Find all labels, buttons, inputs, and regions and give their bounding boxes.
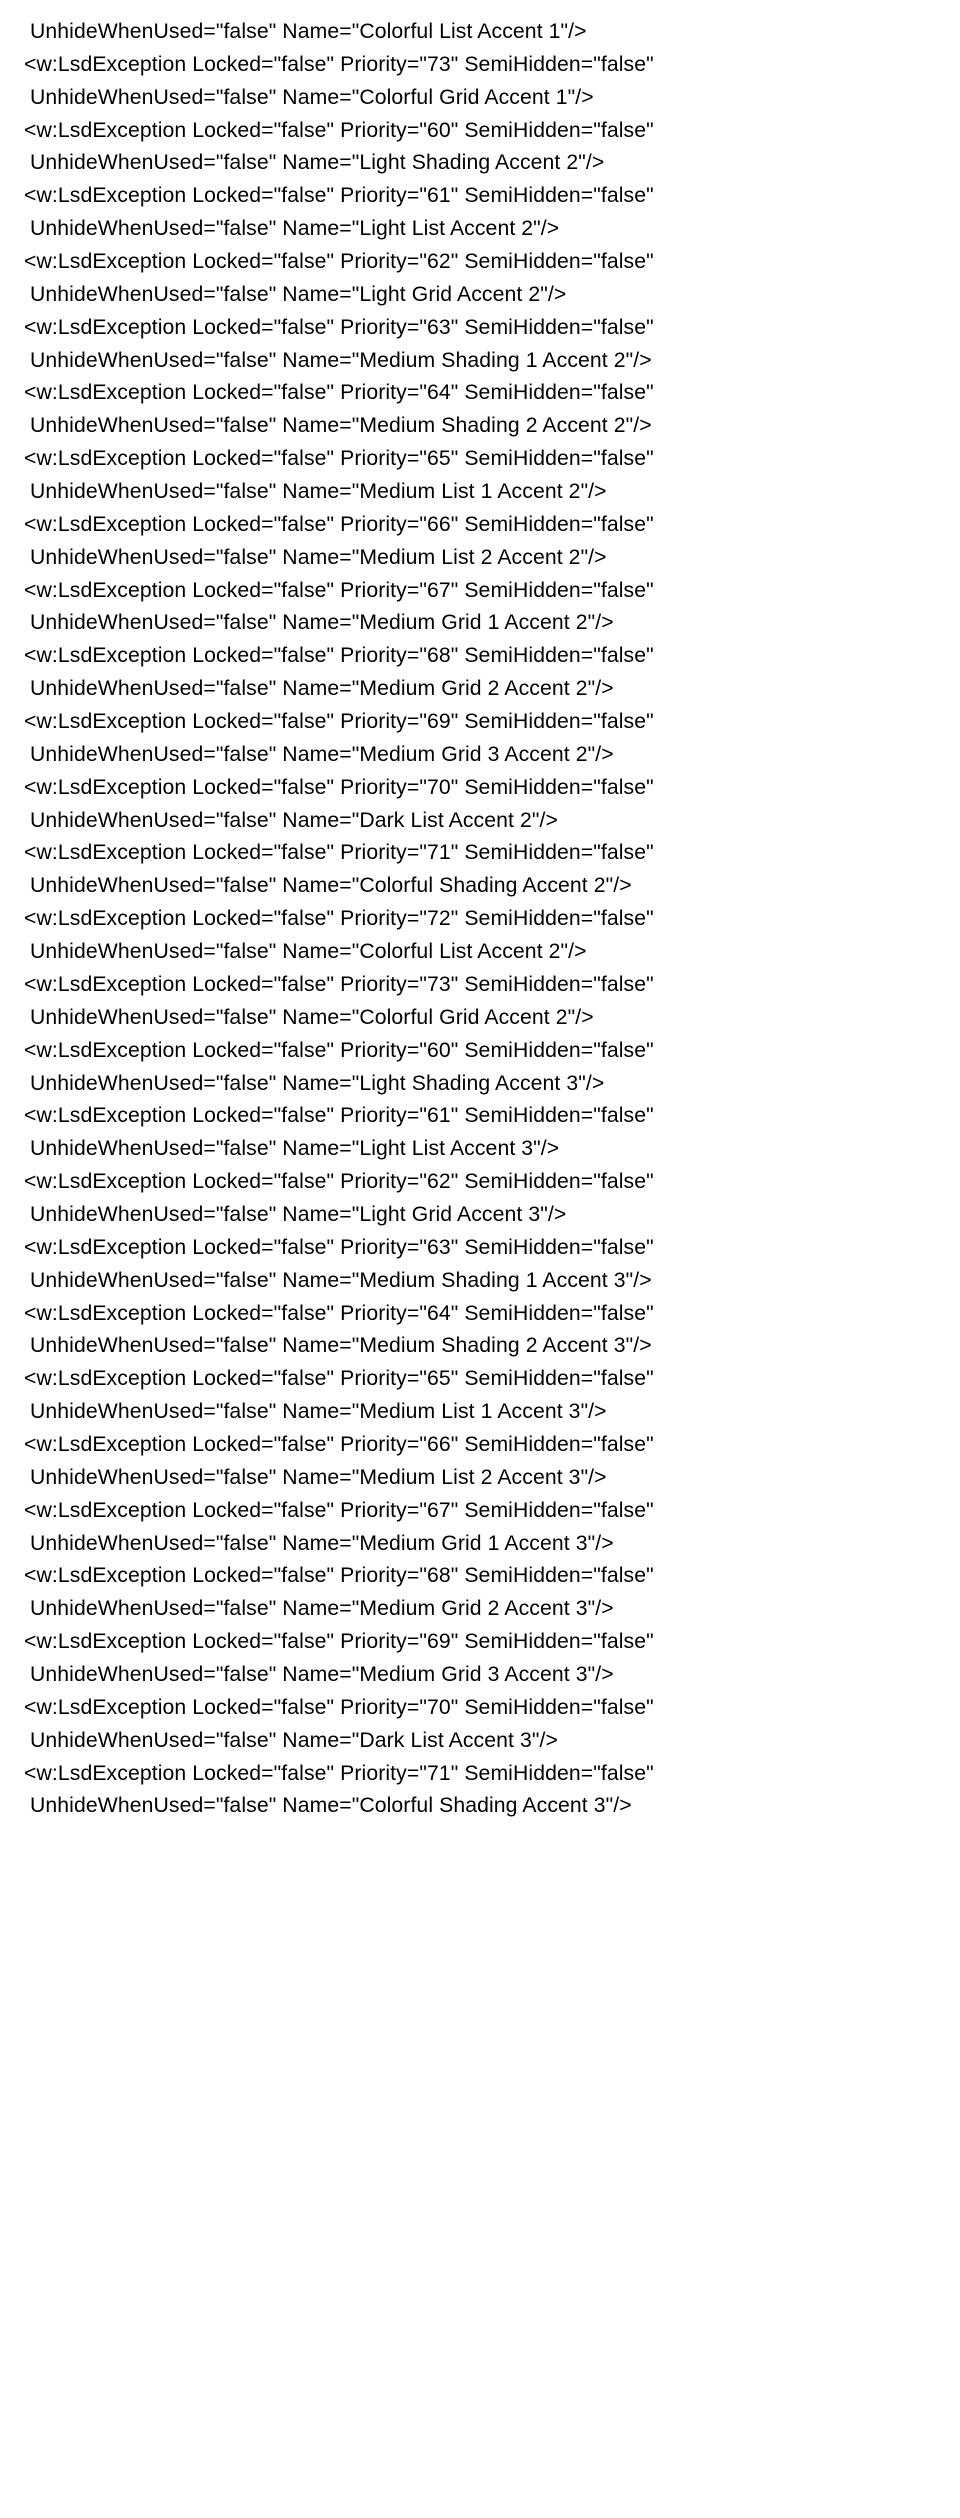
code-line: <w:LsdException Locked="false" Priority=… <box>24 969 936 1002</box>
code-line: UnhideWhenUsed="false" Name="Colorful Gr… <box>24 82 936 115</box>
code-line: UnhideWhenUsed="false" Name="Light List … <box>24 213 936 246</box>
code-line: UnhideWhenUsed="false" Name="Light Grid … <box>24 1199 936 1232</box>
code-line: UnhideWhenUsed="false" Name="Colorful Li… <box>24 16 936 49</box>
code-line: <w:LsdException Locked="false" Priority=… <box>24 180 936 213</box>
code-line: UnhideWhenUsed="false" Name="Dark List A… <box>24 805 936 838</box>
code-line: UnhideWhenUsed="false" Name="Colorful Sh… <box>24 870 936 903</box>
code-line: UnhideWhenUsed="false" Name="Medium Shad… <box>24 1330 936 1363</box>
code-line: <w:LsdException Locked="false" Priority=… <box>24 1495 936 1528</box>
code-line: <w:LsdException Locked="false" Priority=… <box>24 115 936 148</box>
code-line: <w:LsdException Locked="false" Priority=… <box>24 49 936 82</box>
code-line: <w:LsdException Locked="false" Priority=… <box>24 312 936 345</box>
code-line: UnhideWhenUsed="false" Name="Medium Grid… <box>24 673 936 706</box>
code-line: <w:LsdException Locked="false" Priority=… <box>24 706 936 739</box>
code-line: UnhideWhenUsed="false" Name="Medium List… <box>24 542 936 575</box>
code-line: <w:LsdException Locked="false" Priority=… <box>24 1100 936 1133</box>
code-line: <w:LsdException Locked="false" Priority=… <box>24 1232 936 1265</box>
code-line: UnhideWhenUsed="false" Name="Medium Shad… <box>24 345 936 378</box>
code-line: <w:LsdException Locked="false" Priority=… <box>24 1363 936 1396</box>
code-line: UnhideWhenUsed="false" Name="Colorful Gr… <box>24 1002 936 1035</box>
code-line: UnhideWhenUsed="false" Name="Colorful Li… <box>24 936 936 969</box>
code-line: <w:LsdException Locked="false" Priority=… <box>24 246 936 279</box>
code-line: UnhideWhenUsed="false" Name="Light Shadi… <box>24 1068 936 1101</box>
code-line: UnhideWhenUsed="false" Name="Light List … <box>24 1133 936 1166</box>
code-line: UnhideWhenUsed="false" Name="Medium Grid… <box>24 607 936 640</box>
code-line: UnhideWhenUsed="false" Name="Light Shadi… <box>24 147 936 180</box>
code-line: <w:LsdException Locked="false" Priority=… <box>24 772 936 805</box>
code-line: UnhideWhenUsed="false" Name="Dark List A… <box>24 1725 936 1758</box>
code-line: <w:LsdException Locked="false" Priority=… <box>24 1626 936 1659</box>
code-line: <w:LsdException Locked="false" Priority=… <box>24 1429 936 1462</box>
code-line: <w:LsdException Locked="false" Priority=… <box>24 1758 936 1791</box>
code-line: <w:LsdException Locked="false" Priority=… <box>24 903 936 936</box>
code-line: UnhideWhenUsed="false" Name="Medium Grid… <box>24 739 936 772</box>
code-line: <w:LsdException Locked="false" Priority=… <box>24 1560 936 1593</box>
code-line: <w:LsdException Locked="false" Priority=… <box>24 1298 936 1331</box>
code-line: <w:LsdException Locked="false" Priority=… <box>24 1035 936 1068</box>
code-line: UnhideWhenUsed="false" Name="Light Grid … <box>24 279 936 312</box>
code-line: <w:LsdException Locked="false" Priority=… <box>24 575 936 608</box>
code-line: UnhideWhenUsed="false" Name="Colorful Sh… <box>24 1790 936 1823</box>
code-line: UnhideWhenUsed="false" Name="Medium Grid… <box>24 1659 936 1692</box>
code-line: UnhideWhenUsed="false" Name="Medium Shad… <box>24 1265 936 1298</box>
code-line: UnhideWhenUsed="false" Name="Medium Shad… <box>24 410 936 443</box>
code-line: <w:LsdException Locked="false" Priority=… <box>24 377 936 410</box>
code-line: UnhideWhenUsed="false" Name="Medium List… <box>24 1396 936 1429</box>
code-line: UnhideWhenUsed="false" Name="Medium Grid… <box>24 1528 936 1561</box>
code-line: <w:LsdException Locked="false" Priority=… <box>24 509 936 542</box>
xml-code-block: UnhideWhenUsed="false" Name="Colorful Li… <box>24 16 936 1823</box>
code-line: <w:LsdException Locked="false" Priority=… <box>24 443 936 476</box>
code-line: <w:LsdException Locked="false" Priority=… <box>24 640 936 673</box>
code-line: UnhideWhenUsed="false" Name="Medium Grid… <box>24 1593 936 1626</box>
code-line: UnhideWhenUsed="false" Name="Medium List… <box>24 476 936 509</box>
code-line: <w:LsdException Locked="false" Priority=… <box>24 1692 936 1725</box>
code-line: <w:LsdException Locked="false" Priority=… <box>24 837 936 870</box>
code-line: <w:LsdException Locked="false" Priority=… <box>24 1166 936 1199</box>
code-line: UnhideWhenUsed="false" Name="Medium List… <box>24 1462 936 1495</box>
